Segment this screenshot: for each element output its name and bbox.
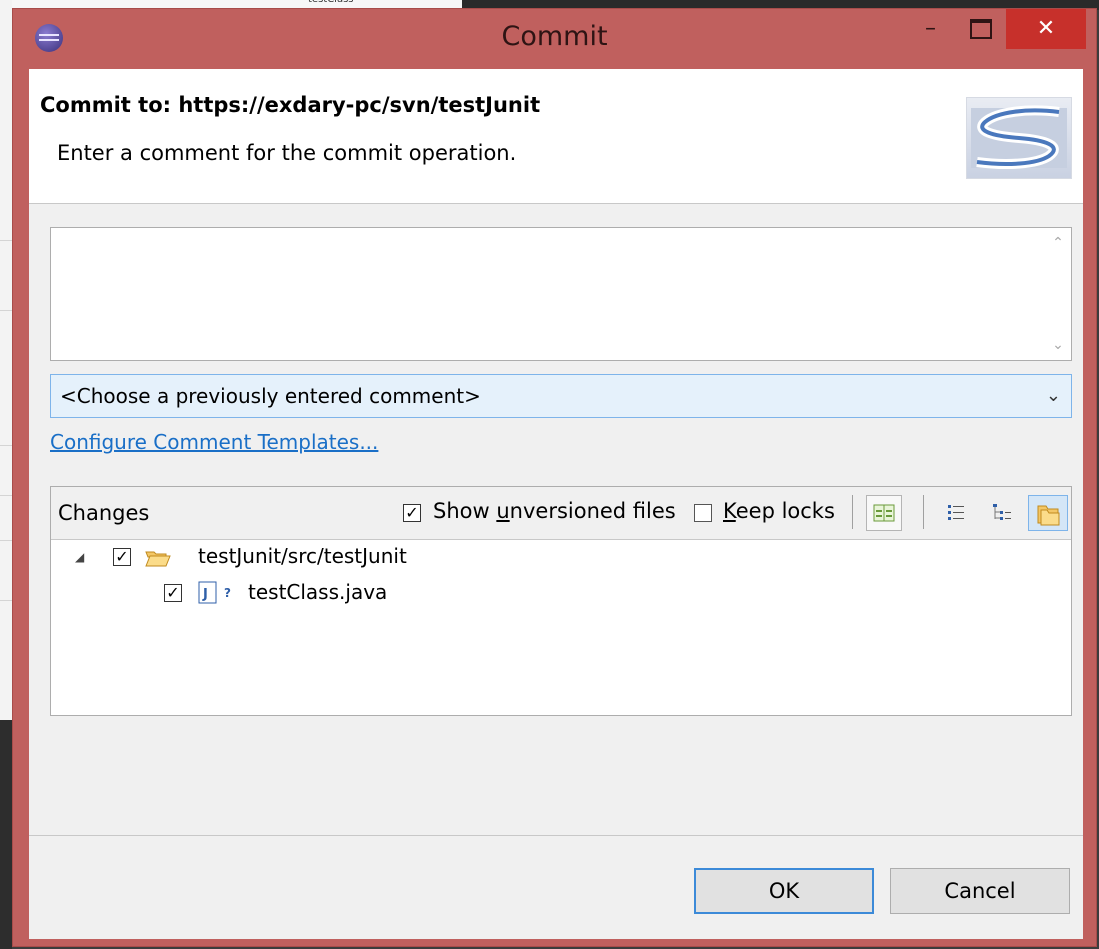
header-title: Commit to: https://exdary-pc/svn/testJun… xyxy=(40,93,541,117)
toolbar-separator xyxy=(923,495,924,529)
cancel-button[interactable]: Cancel xyxy=(890,868,1070,914)
scroll-up-icon[interactable]: ⌃ xyxy=(1045,230,1071,256)
changes-toolbar: Changes ✓ Show unversioned files Keep lo… xyxy=(51,487,1071,540)
folder-label: testJunit/src/testJunit xyxy=(198,544,407,568)
background-divider xyxy=(0,310,12,311)
tree-row-folder[interactable]: ◢ ✓ testJunit/src/testJunit xyxy=(51,542,1071,572)
tree-view-icon xyxy=(993,504,1011,520)
java-file-unversioned-icon: J ? xyxy=(198,581,231,604)
flat-list-icon xyxy=(948,505,964,520)
changes-tree: ◢ ✓ testJunit/src/testJunit ✓ J ? testCl… xyxy=(51,540,1071,715)
close-button[interactable]: ✕ xyxy=(1006,9,1086,49)
show-unversioned-checkbox[interactable]: ✓ xyxy=(403,504,421,522)
background-divider xyxy=(0,495,12,496)
tree-row-file[interactable]: ✓ J ? testClass.java xyxy=(51,578,1071,608)
background-divider xyxy=(0,445,12,446)
folder-icon xyxy=(1037,505,1060,526)
background-tree-label: testClass xyxy=(308,0,354,5)
svn-logo-icon xyxy=(966,97,1072,179)
tree-view-button[interactable] xyxy=(985,495,1021,531)
dialog-body: Commit to: https://exdary-pc/svn/testJun… xyxy=(29,69,1083,939)
compare-mode-button[interactable] xyxy=(866,495,902,531)
svg-text:J: J xyxy=(202,587,208,602)
svg-text:?: ? xyxy=(224,586,231,600)
toolbar-separator xyxy=(852,495,853,529)
maximize-button[interactable] xyxy=(958,9,1003,49)
folder-open-icon xyxy=(145,551,171,567)
compare-icon xyxy=(873,504,895,522)
file-label: testClass.java xyxy=(248,580,388,604)
commit-dialog: Commit – ✕ Commit to: https://exdary-pc/… xyxy=(12,8,1097,947)
file-checkbox[interactable]: ✓ xyxy=(164,584,182,602)
scroll-down-icon[interactable]: ⌄ xyxy=(1045,332,1071,358)
comment-textarea-frame: ⌃ ⌄ xyxy=(50,227,1072,361)
show-unversioned-label[interactable]: Show unversioned files xyxy=(433,499,676,523)
background-dark-area xyxy=(0,720,12,949)
background-divider xyxy=(0,540,12,541)
comment-scrollbar[interactable]: ⌃ ⌄ xyxy=(1045,228,1071,360)
changes-label: Changes xyxy=(58,501,150,525)
background-divider xyxy=(0,600,12,601)
keep-locks-checkbox[interactable] xyxy=(694,504,712,522)
chevron-down-icon: ⌄ xyxy=(1045,385,1061,406)
changes-panel: Changes ✓ Show unversioned files Keep lo… xyxy=(50,486,1072,716)
minimize-button[interactable]: – xyxy=(908,9,953,49)
ok-button[interactable]: OK xyxy=(694,868,874,914)
previous-comment-select[interactable]: <Choose a previously entered comment> ⌄ xyxy=(50,374,1072,418)
flat-list-button[interactable] xyxy=(939,495,975,531)
previous-comment-value: <Choose a previously entered comment> xyxy=(60,384,481,408)
header-description: Enter a comment for the commit operation… xyxy=(57,141,517,165)
footer-separator xyxy=(29,835,1083,836)
compressed-folders-button[interactable] xyxy=(1028,495,1068,531)
configure-templates-link[interactable]: Configure Comment Templates... xyxy=(50,430,378,454)
maximize-icon xyxy=(969,19,992,39)
keep-locks-label[interactable]: Keep locks xyxy=(723,499,835,523)
collapse-arrow-icon[interactable]: ◢ xyxy=(75,550,84,564)
title-bar[interactable]: Commit – ✕ xyxy=(13,9,1096,69)
background-divider xyxy=(0,240,12,241)
folder-checkbox[interactable]: ✓ xyxy=(113,548,131,566)
comment-input[interactable] xyxy=(51,228,1046,360)
dialog-header: Commit to: https://exdary-pc/svn/testJun… xyxy=(29,69,1083,204)
